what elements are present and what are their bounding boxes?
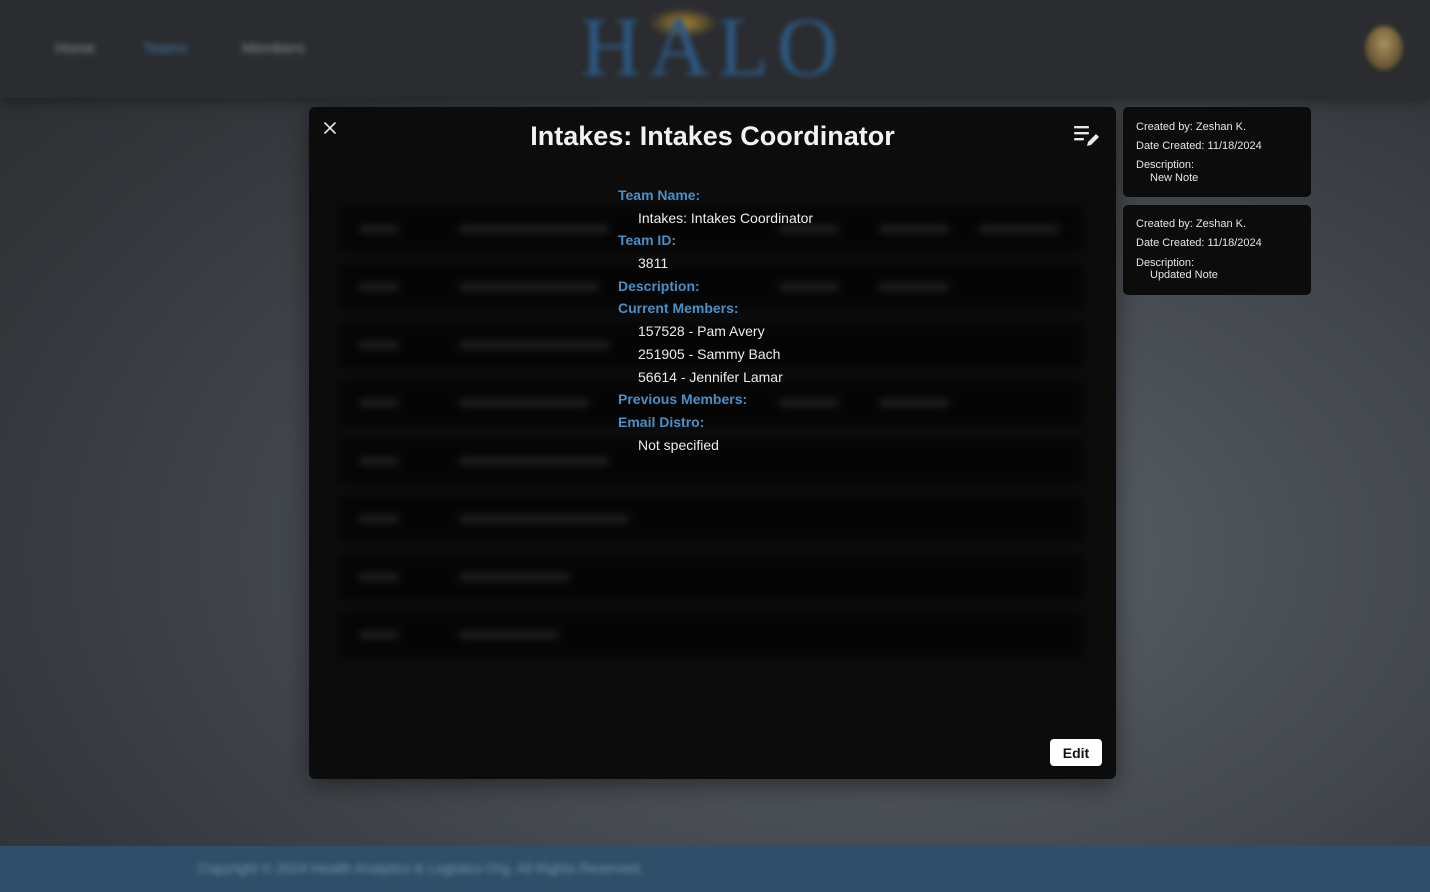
notes-edit-icon	[1074, 126, 1099, 146]
team-id-value: 3811	[638, 255, 669, 272]
team-name-value: Intakes: Intakes Coordinator	[638, 209, 814, 226]
team-name-label: Team Name:	[618, 187, 701, 203]
logo-text: HALO	[580, 1, 846, 94]
footer-copyright: Copyright © 2024 Health Analytics & Logi…	[198, 860, 644, 876]
modal-title: Intakes: Intakes Coordinator	[530, 121, 895, 151]
email-distro-value: Not specified	[638, 436, 719, 453]
member-item: 157528 - Pam Avery	[638, 323, 765, 340]
email-distro-label: Email Distro:	[618, 413, 705, 430]
current-members-label: Current Members:	[618, 300, 739, 317]
note-description-label: Description:	[1136, 257, 1195, 269]
halo-logo: HALO	[578, 0, 848, 94]
note-description: New Note	[1150, 172, 1199, 184]
previous-members-label: Previous Members:	[618, 391, 748, 408]
notes-edit-button[interactable]	[1072, 123, 1102, 151]
team-details: Team Name: Intakes: Intakes Coordinator …	[618, 184, 998, 456]
edit-button[interactable]: Edit	[1050, 739, 1102, 766]
note-date-created: Date Created: 11/18/2024	[1136, 140, 1262, 152]
nav-link-members[interactable]: Members	[242, 40, 305, 57]
nav-link-home[interactable]: Home	[55, 40, 95, 57]
top-navbar: Home Teams Members HALO	[0, 0, 1430, 98]
note-card: Created by: Zeshan K. Date Created: 11/1…	[1123, 205, 1311, 295]
note-description-label: Description:	[1136, 159, 1195, 171]
note-created-by: Created by: Zeshan K.	[1136, 121, 1247, 133]
footer: Copyright © 2024 Health Analytics & Logi…	[0, 846, 1430, 892]
member-item: 56614 - Jennifer Lamar	[638, 368, 783, 385]
nav-link-teams[interactable]: Teams	[143, 40, 187, 57]
team-details-modal: Intakes: Intakes Coordinator Team Name: …	[309, 107, 1116, 779]
note-date-created: Date Created: 11/18/2024	[1136, 237, 1262, 249]
note-card: Created by: Zeshan K. Date Created: 11/1…	[1123, 107, 1311, 197]
description-label: Description:	[618, 277, 700, 294]
team-id-label: Team ID:	[618, 232, 677, 249]
note-description: Updated Note	[1150, 269, 1218, 281]
avatar[interactable]	[1365, 26, 1403, 70]
member-item: 251905 - Sammy Bach	[638, 345, 781, 362]
note-created-by: Created by: Zeshan K.	[1136, 218, 1247, 230]
